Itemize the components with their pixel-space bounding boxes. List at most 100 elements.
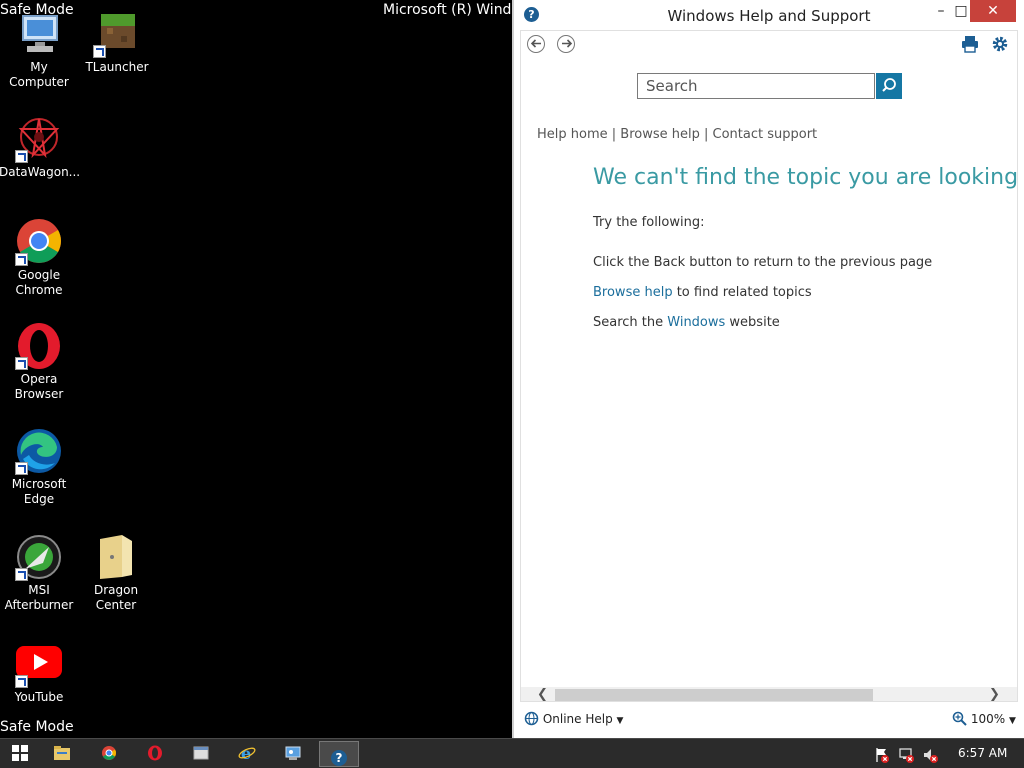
os-version-title: Microsoft (R) Windows bbox=[383, 2, 513, 18]
scroll-left-arrow-icon[interactable]: ❮ bbox=[537, 687, 548, 701]
breadcrumb: Help home | Browse help | Contact suppor… bbox=[537, 127, 817, 142]
shortcut-arrow-icon bbox=[15, 150, 28, 163]
taskbar-window-app[interactable] bbox=[181, 741, 221, 767]
edge-icon bbox=[15, 427, 63, 475]
start-button[interactable] bbox=[0, 741, 40, 767]
shortcut-arrow-icon bbox=[15, 675, 28, 688]
suggestion-browse: Browse help to find related topics bbox=[593, 285, 812, 300]
breadcrumb-separator: | bbox=[607, 127, 621, 142]
suggestion-search: Search the Windows website bbox=[593, 315, 780, 330]
folder-icon bbox=[92, 533, 140, 581]
back-button[interactable] bbox=[527, 35, 545, 53]
desktop-icon-label: Opera Browser bbox=[14, 372, 64, 401]
suggestion-search-text: Search the bbox=[593, 315, 668, 330]
internet-explorer-icon: e bbox=[238, 744, 256, 763]
desktop-icon-label: YouTube bbox=[14, 690, 64, 704]
help-support-window: ? Windows Help and Support – □ ✕ Help ho… bbox=[512, 0, 1024, 738]
chrome-icon bbox=[102, 746, 116, 760]
forward-button[interactable] bbox=[557, 35, 575, 53]
settings-button[interactable] bbox=[991, 35, 1009, 53]
horizontal-scrollbar[interactable]: ❮ ❯ bbox=[521, 687, 1017, 701]
folder-icon bbox=[54, 746, 70, 760]
volume-muted-icon[interactable] bbox=[923, 747, 939, 767]
desktop-icon-microsoft-edge[interactable]: Microsoft Edge bbox=[0, 427, 79, 507]
shortcut-arrow-icon bbox=[15, 357, 28, 370]
print-button[interactable] bbox=[961, 35, 979, 53]
taskbar-opera[interactable] bbox=[135, 741, 175, 767]
youtube-icon bbox=[15, 640, 63, 688]
taskbar: e ? 6:57 AM bbox=[0, 738, 1024, 768]
windows-logo-icon bbox=[12, 745, 28, 761]
try-following-text: Try the following: bbox=[593, 215, 705, 230]
help-content-pane: Help home | Browse help | Contact suppor… bbox=[520, 30, 1018, 702]
taskbar-help-support[interactable]: ? bbox=[319, 741, 359, 767]
shortcut-arrow-icon bbox=[15, 568, 28, 581]
computer-icon bbox=[15, 10, 63, 58]
desktop-icon-label: MSI Afterburner bbox=[4, 583, 74, 612]
chrome-icon bbox=[15, 218, 63, 266]
tlauncher-icon bbox=[93, 10, 141, 58]
taskbar-control-panel[interactable] bbox=[273, 741, 313, 767]
chevron-down-icon: ▼ bbox=[1008, 716, 1016, 726]
window-app-icon bbox=[193, 746, 209, 760]
suggestion-back: Click the Back button to return to the p… bbox=[593, 255, 933, 270]
desktop-icon-label: Google Chrome bbox=[15, 268, 63, 297]
breadcrumb-browse-help[interactable]: Browse help bbox=[620, 127, 700, 142]
msi-afterburner-icon bbox=[15, 533, 63, 581]
online-help-dropdown[interactable]: Online Help ▼ bbox=[524, 711, 623, 726]
online-help-label: Online Help bbox=[542, 712, 613, 726]
taskbar-file-explorer[interactable] bbox=[42, 741, 82, 767]
printer-icon bbox=[962, 36, 978, 53]
shortcut-arrow-icon bbox=[15, 253, 28, 266]
shortcut-arrow-icon bbox=[93, 45, 106, 58]
desktop-icon-youtube[interactable]: YouTube bbox=[0, 640, 79, 705]
windows-website-link[interactable]: Windows bbox=[667, 315, 725, 330]
desktop-icon-label: My Computer bbox=[9, 60, 69, 89]
datawagon-icon bbox=[15, 115, 63, 163]
desktop-icon-opera-browser[interactable]: Opera Browser bbox=[0, 322, 79, 402]
scrollbar-thumb[interactable] bbox=[555, 689, 873, 701]
svg-text:e: e bbox=[241, 745, 251, 761]
zoom-icon bbox=[952, 711, 967, 726]
close-button[interactable]: ✕ bbox=[970, 0, 1016, 22]
breadcrumb-help-home[interactable]: Help home bbox=[537, 127, 608, 142]
desktop-icon-tlauncher[interactable]: TLauncher bbox=[77, 10, 157, 75]
suggestion-search-text-end: website bbox=[725, 315, 780, 330]
desktop-icon-label: Microsoft Edge bbox=[11, 477, 67, 506]
desktop-icon-msi-afterburner[interactable]: MSI Afterburner bbox=[0, 533, 79, 613]
suggestion-browse-text: to find related topics bbox=[672, 285, 812, 300]
online-globe-icon bbox=[524, 711, 539, 726]
desktop-icon-label: TLauncher bbox=[85, 60, 149, 74]
back-arrow-icon bbox=[530, 39, 541, 48]
breadcrumb-separator: | bbox=[699, 127, 713, 142]
search-icon bbox=[882, 78, 896, 92]
browse-help-link[interactable]: Browse help bbox=[593, 285, 673, 300]
status-bar: Online Help ▼ 100% ▼ bbox=[514, 706, 1024, 732]
desktop-icon-google-chrome[interactable]: Google Chrome bbox=[0, 218, 79, 298]
network-disconnected-icon[interactable] bbox=[899, 747, 915, 767]
desktop-icon-label: Dragon Center bbox=[93, 583, 139, 612]
search-input[interactable] bbox=[637, 73, 875, 99]
desktop-icon-dragon-center[interactable]: Dragon Center bbox=[76, 533, 156, 613]
desktop-icon-my-computer[interactable]: My Computer bbox=[0, 10, 79, 90]
taskbar-chrome[interactable] bbox=[89, 741, 129, 767]
desktop-icon-label: DataWagon... bbox=[0, 165, 81, 179]
opera-icon bbox=[15, 322, 63, 370]
control-panel-icon bbox=[285, 746, 301, 760]
search-button[interactable] bbox=[876, 73, 902, 99]
taskbar-clock[interactable]: 6:57 AM bbox=[958, 746, 1007, 760]
page-heading: We can't find the topic you are looking … bbox=[593, 165, 1018, 190]
help-question-icon: ? bbox=[331, 750, 347, 766]
safe-mode-label-bottom: Safe Mode bbox=[0, 719, 74, 735]
forward-arrow-icon bbox=[561, 39, 572, 48]
breadcrumb-contact-support[interactable]: Contact support bbox=[713, 127, 818, 142]
scroll-right-arrow-icon[interactable]: ❯ bbox=[989, 687, 1000, 701]
shortcut-arrow-icon bbox=[15, 462, 28, 475]
gear-icon bbox=[992, 36, 1008, 52]
window-titlebar[interactable]: ? Windows Help and Support – □ ✕ bbox=[514, 0, 1024, 30]
zoom-dropdown[interactable]: 100% ▼ bbox=[952, 711, 1016, 726]
taskbar-internet-explorer[interactable]: e bbox=[227, 741, 267, 767]
zoom-level: 100% bbox=[970, 712, 1006, 726]
action-center-flag-icon[interactable] bbox=[874, 747, 890, 767]
desktop-icon-datawagon[interactable]: DataWagon... bbox=[0, 115, 81, 180]
